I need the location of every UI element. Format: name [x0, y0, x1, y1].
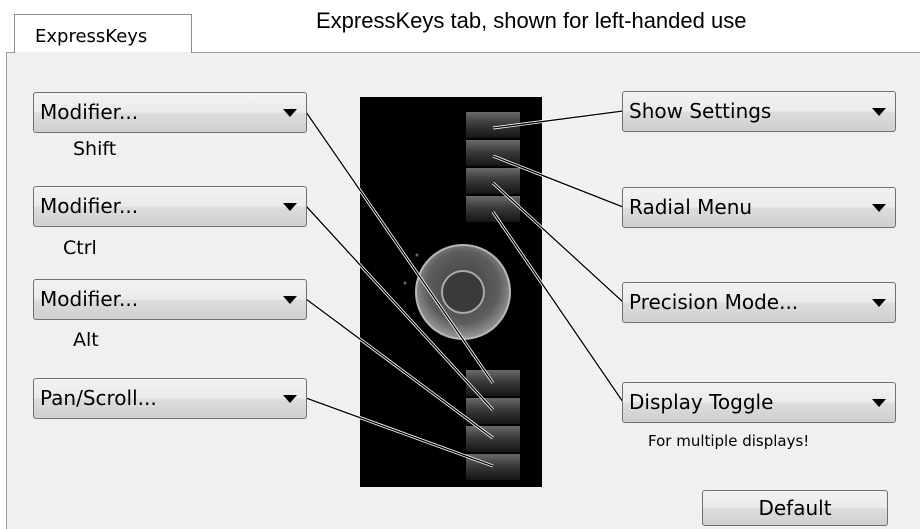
left-key-4-value: Pan/Scroll...	[40, 386, 157, 410]
chevron-down-icon	[283, 395, 297, 403]
chevron-down-icon	[283, 203, 297, 211]
right-key-2-dropdown[interactable]: Radial Menu	[622, 187, 896, 228]
left-key-2-value: Modifier...	[40, 194, 139, 218]
left-key-1-modifier: Shift	[73, 138, 117, 160]
left-key-1-dropdown[interactable]: Modifier...	[33, 92, 307, 133]
left-key-4-dropdown[interactable]: Pan/Scroll...	[33, 378, 307, 419]
chevron-down-icon	[872, 204, 886, 212]
default-button[interactable]: Default	[702, 490, 888, 526]
chevron-down-icon	[283, 296, 297, 304]
tablet-key-upper-3	[466, 168, 520, 194]
touch-ring-center-button	[441, 270, 485, 314]
tablet-dot	[403, 281, 407, 285]
chevron-down-icon	[872, 399, 886, 407]
tablet-key-lower-2	[466, 398, 520, 424]
right-key-1-dropdown[interactable]: Show Settings	[622, 91, 896, 132]
right-key-4-dropdown[interactable]: Display Toggle	[622, 382, 896, 423]
left-key-3-modifier: Alt	[73, 329, 99, 351]
right-key-4-note: For multiple displays!	[648, 432, 810, 450]
chevron-down-icon	[283, 109, 297, 117]
right-key-1-value: Show Settings	[629, 99, 772, 123]
right-key-2-value: Radial Menu	[629, 195, 753, 219]
left-key-2-modifier: Ctrl	[63, 237, 97, 259]
left-key-2-dropdown[interactable]: Modifier...	[33, 186, 307, 227]
tablet-dot	[415, 253, 419, 257]
left-key-3-value: Modifier...	[40, 287, 139, 311]
right-key-4-value: Display Toggle	[629, 390, 774, 414]
right-key-3-dropdown[interactable]: Precision Mode...	[622, 282, 896, 323]
chevron-down-icon	[872, 108, 886, 116]
left-key-1-value: Modifier...	[40, 100, 139, 124]
chevron-down-icon	[872, 299, 886, 307]
right-key-3-value: Precision Mode...	[629, 290, 799, 314]
left-key-3-dropdown[interactable]: Modifier...	[33, 279, 307, 320]
tablet-key-lower-3	[466, 426, 520, 452]
